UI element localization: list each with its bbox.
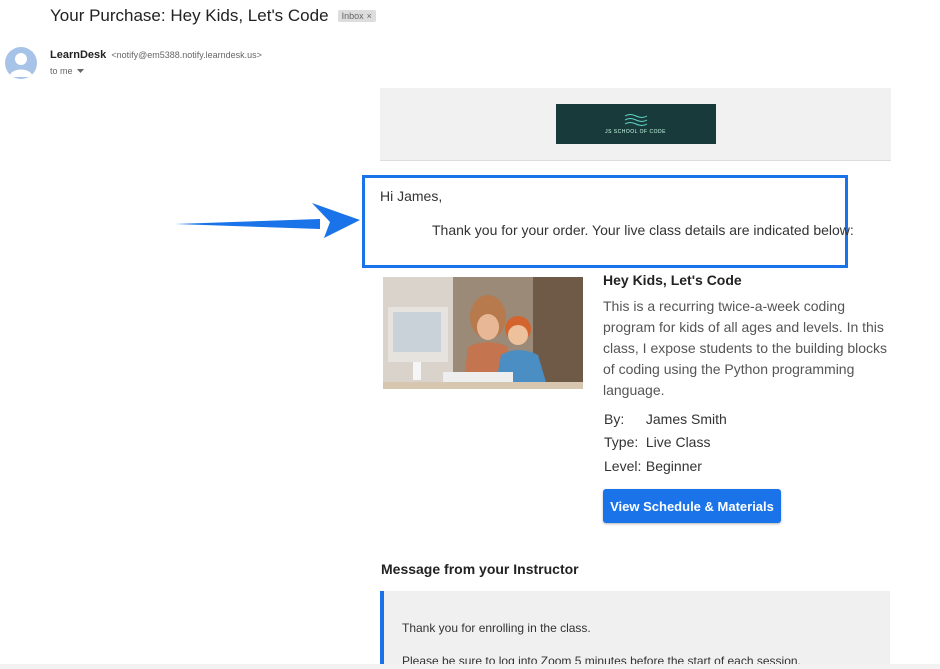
course-level: Level: Beginner	[604, 458, 702, 474]
level-value: Beginner	[645, 458, 702, 474]
person-icon	[9, 53, 33, 77]
author-value: James Smith	[645, 411, 727, 427]
author-label: By:	[604, 411, 625, 427]
level-label: Level:	[604, 458, 642, 474]
course-description: This is a recurring twice-a-week coding …	[603, 298, 888, 398]
course-author: By: James Smith	[604, 411, 727, 427]
inbox-label[interactable]: Inbox ×	[337, 10, 376, 22]
sender-line: LearnDesk <notify@em5388.notify.learndes…	[50, 49, 262, 61]
course-title: Hey Kids, Let's Code	[603, 272, 742, 288]
instructor-message-heading: Message from your Instructor	[381, 561, 579, 577]
inbox-label-text: Inbox	[341, 11, 364, 21]
chevron-down-icon	[76, 68, 84, 73]
course-type: Type: Live Class	[604, 434, 710, 450]
thanks-message: Thank you for your order. Your live clas…	[432, 222, 854, 238]
sender-avatar	[5, 47, 37, 79]
sender-email: <notify@em5388.notify.learndesk.us>	[111, 50, 262, 60]
email-subject: Your Purchase: Hey Kids, Let's Code	[50, 6, 329, 25]
type-label: Type:	[604, 434, 639, 450]
type-value: Live Class	[645, 434, 711, 450]
recipient-toggle[interactable]: to me	[50, 66, 84, 76]
subject-row: Your Purchase: Hey Kids, Let's Code Inbo…	[50, 6, 376, 26]
wave-icon	[624, 114, 647, 126]
kids-coding-photo-icon	[383, 277, 583, 389]
remove-label-icon[interactable]: ×	[367, 11, 372, 21]
email-content: JS SCHOOL OF CODE	[380, 88, 891, 161]
logo-text: JS SCHOOL OF CODE	[605, 129, 666, 135]
email-banner: JS SCHOOL OF CODE	[380, 88, 891, 161]
recipient-text: to me	[50, 66, 73, 76]
arrow-icon	[175, 203, 360, 238]
course-image	[383, 277, 583, 389]
sender-name: LearnDesk	[50, 49, 107, 61]
instructor-message-line: Thank you for enrolling in the class.	[402, 621, 591, 635]
school-logo: JS SCHOOL OF CODE	[555, 104, 716, 144]
view-schedule-button[interactable]: View Schedule & Materials	[603, 489, 781, 523]
bottom-divider	[0, 664, 940, 669]
greeting: Hi James,	[380, 188, 443, 204]
